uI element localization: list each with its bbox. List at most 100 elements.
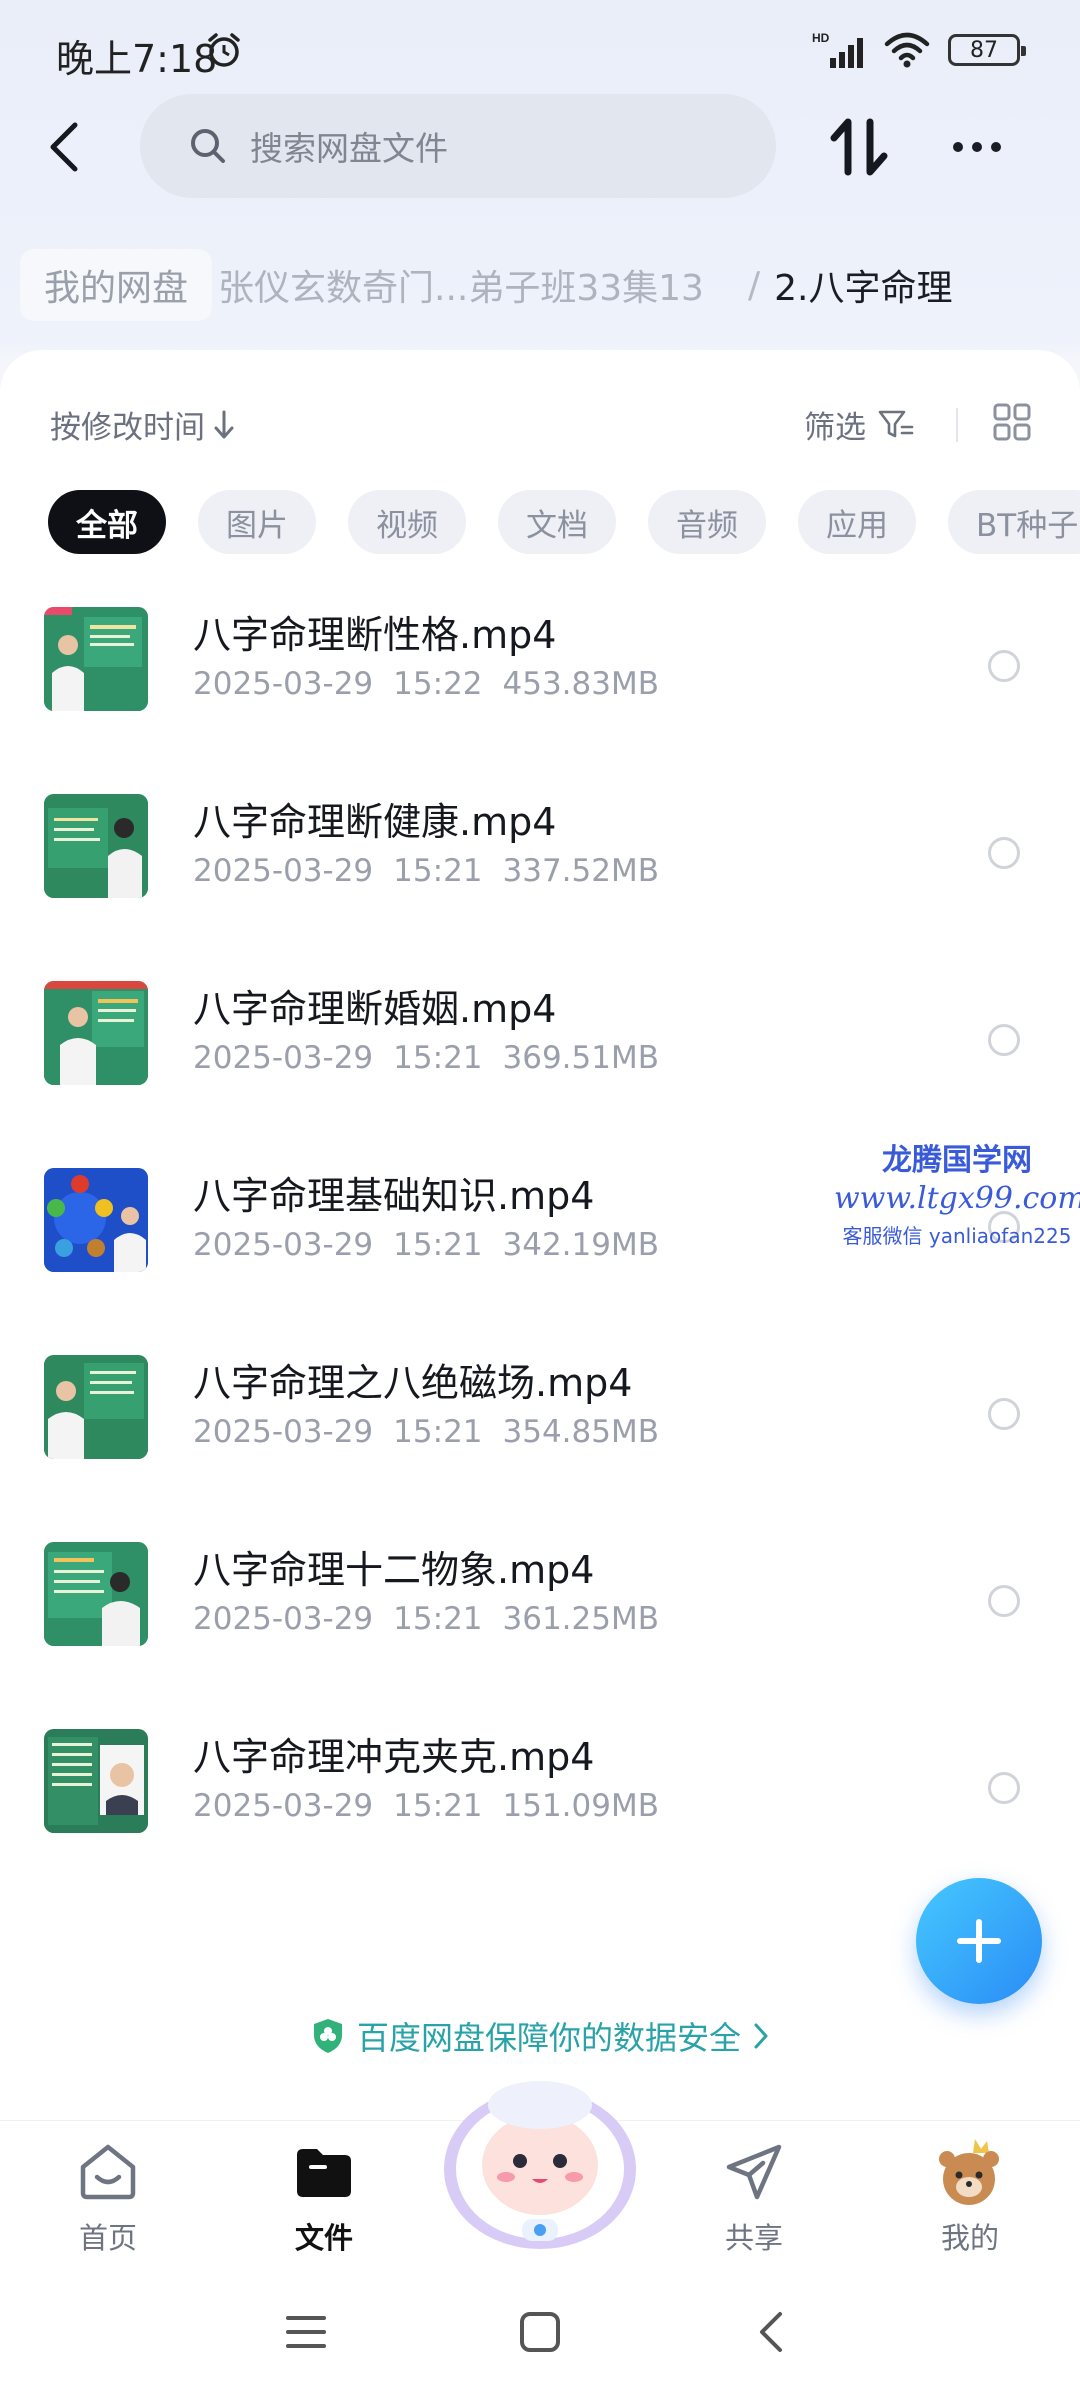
sort-label: 按修改时间	[50, 410, 205, 446]
alarm-icon	[208, 33, 240, 67]
filter-button[interactable]: 筛选	[804, 402, 914, 447]
file-size: 453.83MB	[502, 666, 659, 702]
nav-profile[interactable]: 我的	[900, 2135, 1040, 2257]
nav-profile-label: 我的	[940, 2221, 999, 2255]
search-placeholder: 搜索网盘文件	[250, 129, 448, 168]
breadcrumb-root[interactable]: 我的网盘	[20, 249, 213, 321]
video-thumbnail	[44, 1729, 148, 1833]
file-date: 2025-03-29	[193, 1040, 374, 1076]
file-row[interactable]: 八字命理冲克夹克.mp4 2025-03-29 15:21 151.09MB	[0, 1712, 1080, 1899]
file-row[interactable]: 八字命理断婚姻.mp4 2025-03-29 15:21 369.51MB	[0, 964, 1080, 1151]
select-radio[interactable]	[988, 1772, 1020, 1804]
arrow-down-icon	[214, 410, 234, 438]
plus-icon	[957, 1919, 1001, 1963]
file-date: 2025-03-29	[193, 853, 374, 889]
more-dot-icon	[991, 142, 1001, 152]
video-thumbnail	[44, 1355, 148, 1459]
send-icon	[726, 2144, 782, 2200]
nav-home-label: 首页	[78, 2221, 137, 2255]
select-radio[interactable]	[988, 650, 1020, 682]
nav-home[interactable]: 首页	[38, 2135, 178, 2257]
menu-icon[interactable]	[284, 2312, 328, 2352]
security-tip-text: 百度网盘保障你的数据安全	[356, 2019, 741, 2057]
breadcrumb-parent[interactable]: 张仪玄数奇门...弟子班33集13	[218, 259, 704, 311]
ai-assistant-mascot-icon[interactable]	[436, 2069, 644, 2259]
search-icon	[191, 129, 225, 163]
file-size: 151.09MB	[502, 1788, 659, 1824]
file-time: 15:22	[393, 666, 483, 702]
file-time: 15:21	[393, 1788, 483, 1824]
watermark-contact: 客服微信 yanliaofan225	[842, 1224, 1072, 1248]
tab-images[interactable]: 图片	[198, 490, 316, 554]
watermark-overlay: 龙腾国学网 www.ltgx99.com 客服微信 yanliaofan225	[834, 1135, 1080, 1249]
nav-share[interactable]: 共享	[684, 2135, 824, 2257]
file-row[interactable]: 八字命理之八绝磁场.mp4 2025-03-29 15:21 354.85MB	[0, 1338, 1080, 1525]
video-thumbnail	[44, 1542, 148, 1646]
tab-audio[interactable]: 音频	[648, 490, 766, 554]
grid-view-icon[interactable]	[992, 402, 1032, 442]
category-tabs: 全部 图片 视频 文档 音频 应用 BT种子	[48, 490, 1080, 554]
video-thumbnail	[44, 1168, 148, 1272]
bottom-nav: 首页 文件 共享 我的	[0, 2081, 1080, 2270]
select-radio[interactable]	[988, 1398, 1020, 1430]
chevron-right-icon	[754, 2023, 768, 2049]
video-thumbnail	[44, 981, 148, 1085]
breadcrumb-current: 2.八字命理	[774, 268, 953, 309]
transfer-arrows-icon	[830, 118, 888, 176]
video-thumbnail	[44, 794, 148, 898]
watermark-url: www.ltgx99.com	[834, 1181, 1080, 1216]
file-meta: 2025-03-29 15:22 453.83MB	[193, 666, 679, 702]
nav-share-label: 共享	[724, 2221, 783, 2255]
more-dot-icon	[972, 142, 982, 152]
file-name: 八字命理冲克夹克.mp4	[193, 1735, 595, 1779]
status-bar: 晚上7:18 HD 87	[0, 0, 1080, 100]
file-row[interactable]: 八字命理十二物象.mp4 2025-03-29 15:21 361.25MB	[0, 1525, 1080, 1712]
select-radio[interactable]	[988, 1585, 1020, 1617]
network-label: HD	[812, 31, 830, 45]
file-time: 15:21	[393, 1414, 483, 1450]
more-options-button[interactable]	[942, 112, 1012, 182]
system-navigation-bar	[0, 2270, 1080, 2400]
file-row[interactable]: 八字命理断性格.mp4 2025-03-29 15:22 453.83MB	[0, 590, 1080, 777]
video-thumbnail	[44, 607, 148, 711]
tab-videos[interactable]: 视频	[348, 490, 466, 554]
select-radio[interactable]	[988, 1024, 1020, 1056]
file-name: 八字命理之八绝磁场.mp4	[193, 1361, 633, 1405]
file-date: 2025-03-29	[193, 1227, 374, 1263]
nav-files[interactable]: 文件	[254, 2135, 394, 2257]
tab-all[interactable]: 全部	[48, 490, 166, 554]
tab-apps[interactable]: 应用	[798, 490, 916, 554]
breadcrumb-separator: /	[747, 264, 761, 306]
file-name: 八字命理基础知识.mp4	[193, 1174, 595, 1218]
more-dot-icon	[953, 142, 963, 152]
shield-icon	[313, 2019, 342, 2053]
file-meta: 2025-03-29 15:21 337.52MB	[193, 853, 679, 889]
chevron-left-icon	[50, 122, 78, 172]
select-radio[interactable]	[988, 837, 1020, 869]
file-time: 15:21	[393, 1040, 483, 1076]
home-square-icon[interactable]	[518, 2310, 562, 2354]
search-input[interactable]: 搜索网盘文件	[140, 94, 776, 198]
security-tip-link[interactable]: 百度网盘保障你的数据安全	[0, 2006, 1080, 2066]
status-time: 晚上7:18	[56, 37, 218, 81]
back-button[interactable]	[36, 112, 92, 182]
file-row[interactable]: 八字命理断健康.mp4 2025-03-29 15:21 337.52MB	[0, 777, 1080, 964]
back-triangle-icon[interactable]	[754, 2310, 788, 2354]
signal-icon: HD	[812, 31, 863, 68]
file-name: 八字命理断健康.mp4	[193, 800, 557, 844]
tab-documents[interactable]: 文档	[498, 490, 616, 554]
tab-bt-seeds[interactable]: BT种子	[948, 490, 1080, 554]
file-name: 八字命理十二物象.mp4	[193, 1548, 595, 1592]
file-meta: 2025-03-29 15:21 342.19MB	[193, 1227, 679, 1263]
file-time: 15:21	[393, 1227, 483, 1263]
breadcrumb: 我的网盘 张仪玄数奇门...弟子班33集13 / 2.八字命理	[20, 249, 1080, 321]
battery-indicator: 87	[948, 34, 1026, 66]
file-name: 八字命理断性格.mp4	[193, 613, 557, 657]
sort-toggle[interactable]: 按修改时间	[50, 402, 235, 447]
file-name: 八字命理断婚姻.mp4	[193, 987, 557, 1031]
watermark-title: 龙腾国学网	[882, 1143, 1032, 1178]
add-button[interactable]	[916, 1878, 1042, 2004]
file-size: 361.25MB	[502, 1601, 659, 1637]
file-size: 342.19MB	[502, 1227, 659, 1263]
transfer-button[interactable]	[824, 112, 894, 182]
